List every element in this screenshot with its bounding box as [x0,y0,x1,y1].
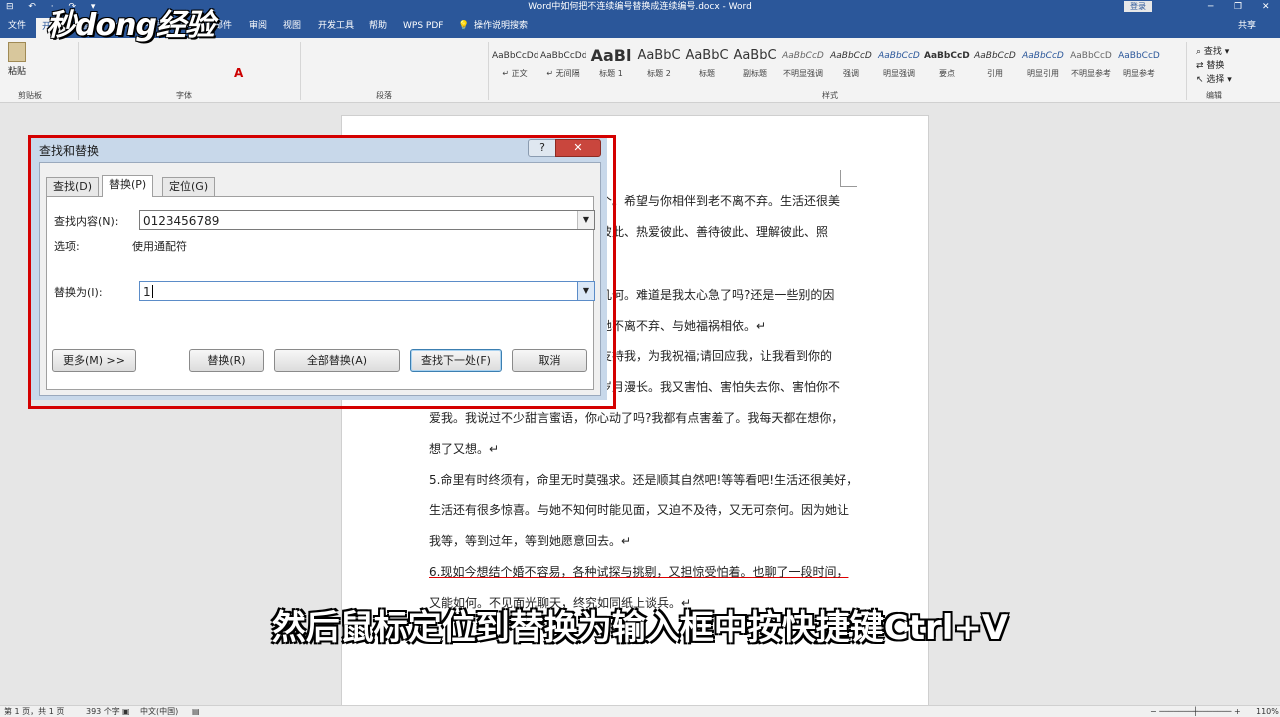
lightbulb-icon: 💡 [458,21,470,31]
chevron-down-icon[interactable]: ▼ [577,282,594,300]
style-normal[interactable]: AaBbCcDd ↵ 正文 [492,44,538,82]
styles-group-label: 样式 [822,91,838,100]
group-divider [300,42,301,100]
doc-line: 岁月漫长。我又害怕、害怕失去你、害怕你不 [600,380,841,394]
group-divider [1186,42,1187,100]
tell-me-search[interactable]: 操作说明搜索 [474,19,528,33]
options-value: 使用通配符 [132,240,187,253]
tab-help[interactable]: 帮助 [369,19,387,33]
replace-all-button[interactable]: 全部替换(A) [274,349,400,372]
help-icon[interactable]: ? [528,139,556,157]
text-cursor [151,285,153,298]
watermark-logo: 秒dong经验 [46,8,215,43]
font-group-label: 字体 [176,91,192,100]
paragraph-group-label: 段落 [376,91,392,100]
clipboard-icon [8,42,26,62]
doc-line: 生活还有很多惊喜。与她不知何时能见面，又迫不及待，又无可奈何。因为她让 [429,503,850,517]
tab-review[interactable]: 审阅 [249,19,267,33]
clipboard-group-label: 剪贴板 [18,91,42,100]
style-intense-quote[interactable]: AaBbCcD 明显引用 [1020,44,1066,82]
style-subtle-emphasis[interactable]: AaBbCcD 不明显强调 [780,44,826,82]
tab-mailings[interactable]: 邮件 [214,19,232,33]
style-strong[interactable]: AaBbCcDd要点 [924,44,970,82]
tab-wps-pdf[interactable]: WPS PDF [403,19,443,33]
restore-icon[interactable]: ❐ [1234,0,1242,14]
find-what-label: 查找内容(N): [54,215,119,228]
style-subtitle[interactable]: AaBbC 副标题 [732,44,778,82]
replace-icon: ⇄ [1196,61,1207,71]
paste-label: 粘贴 [7,67,26,77]
style-intense-emphasis[interactable]: AaBbCcD 明显强调 [876,44,922,82]
doc-line: 几何。难道是我太心急了吗?还是一些别的因 [600,288,835,302]
proofing-icon[interactable]: ▣ [122,706,130,717]
close-icon[interactable]: ✕ [555,139,601,157]
word-count[interactable]: 393 个字 [86,706,120,717]
minimize-icon[interactable]: ─ [1208,0,1213,14]
replace-with-value: 1 [143,285,151,299]
doc-line: 想了又想。↵ [429,442,500,456]
style-quote[interactable]: AaBbCcD 引用 [972,44,1018,82]
style-heading-1[interactable]: AaBl 标题 1 [588,44,634,82]
style-title[interactable]: AaBbC 标题 [684,44,730,82]
doc-line: 支持我，为我祝福;请回应我，让我看到你的 [600,349,833,363]
status-bar: 第 1 页，共 1 页 393 个字 ▣ 中文(中国) ▤ − ───────┼… [0,705,1280,717]
tab-developer[interactable]: 开发工具 [318,19,354,33]
editing-group-label: 编辑 [1206,91,1222,100]
video-subtitle: 然后鼠标定位到替换为输入框中按快捷键Ctrl+V [271,608,1009,648]
dialog-title: 查找和替换 [39,144,100,158]
close-icon[interactable]: ✕ [1262,0,1270,14]
replace-button[interactable]: ⇄ 替换 [1196,58,1224,71]
options-label: 选项: [54,240,80,253]
cancel-button[interactable]: 取消 [512,349,587,372]
select-button[interactable]: ↖ 选择 ▾ [1196,72,1232,85]
find-button[interactable]: ⌕ 查找 ▾ [1196,44,1229,57]
tab-file[interactable]: 文件 [8,19,26,33]
zoom-level[interactable]: 110% [1256,706,1279,717]
doc-line: 彼此、热爱彼此、善待彼此、理解彼此、照 [600,225,829,239]
find-what-value: 0123456789 [143,214,220,228]
paste-button[interactable]: 粘贴 [6,42,28,77]
doc-line: 6.现如今想结个婚不容易，各种试探与挑剔，又担惊受怕着。也聊了一段时间， [429,565,849,579]
cursor-icon: ↖ [1196,75,1207,85]
style-heading-2[interactable]: AaBbC 标题 2 [636,44,682,82]
language-indicator[interactable]: 中文(中国) [140,706,178,717]
doc-line: 她不离不弃、与她福祸相依。↵ [600,319,767,333]
chevron-down-icon[interactable]: ▼ [577,211,594,229]
tab-find[interactable]: 查找(D) [46,177,100,196]
find-what-input[interactable]: 0123456789 ▼ [139,210,595,230]
style-no-spacing[interactable]: AaBbCcDd ↵ 无间隔 [540,44,586,82]
tab-goto[interactable]: 定位(G) [162,177,216,196]
group-divider [78,42,79,100]
margin-marker [840,170,857,187]
replace-with-label: 替换为(I): [54,286,103,299]
zoom-slider[interactable]: − ───────┼─────── + [1150,706,1241,717]
page-count[interactable]: 第 1 页，共 1 页 [4,706,64,717]
ribbon-home: 粘贴 剪贴板 A 字体 段落 AaBbCcDd ↵ 正文 AaBbCcDd ↵ 无间… [0,38,1280,103]
find-next-button[interactable]: 查找下一处(F) [410,349,502,372]
style-emphasis[interactable]: AaBbCcD 强调 [828,44,874,82]
font-color-button[interactable]: A [234,66,243,80]
search-icon: ⌕ [1196,47,1204,57]
doc-line: 爱我。我说过不少甜言蜜语，你心动了吗?我都有点害羞了。我每天都在想你， [429,411,844,425]
login-button[interactable]: 登录 [1124,1,1152,12]
share-button[interactable]: 共享 [1238,19,1256,33]
doc-line: 个。希望与你相伴到老不离不弃。生活还很美 [600,194,841,208]
tab-replace[interactable]: 替换(P) [102,175,154,197]
macro-icon[interactable]: ▤ [192,706,200,717]
more-button[interactable]: 更多(M) >> [52,349,136,372]
doc-line: 我等，等到过年，等到她愿意回去。↵ [429,534,632,548]
style-subtle-reference[interactable]: AaBbCcD 不明显参考 [1068,44,1114,82]
tab-view[interactable]: 视图 [283,19,301,33]
style-intense-reference[interactable]: AaBbCcD 明显参考 [1116,44,1162,82]
group-divider [488,42,489,100]
doc-line: 5.命里有时终须有，命里无时莫强求。还是顺其自然吧!等等看吧!生活还很美好， [429,473,859,487]
replace-with-input[interactable]: 1 ▼ [139,281,595,301]
replace-button[interactable]: 替换(R) [189,349,264,372]
